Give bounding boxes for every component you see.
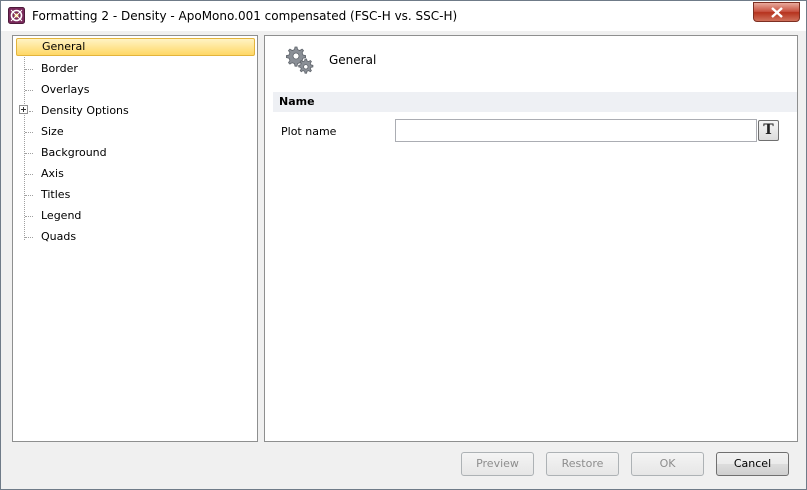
text-format-icon[interactable]: T [758, 120, 779, 141]
settings-panel: General Name Plot name T [264, 35, 798, 442]
tree-guide-line [25, 216, 33, 217]
tree-guide-line [25, 132, 33, 133]
tree-guide-line [25, 174, 33, 175]
tree-item-axis[interactable]: Axis [41, 165, 64, 183]
category-tree[interactable]: General Border Overlays Density Options … [12, 35, 258, 442]
tree-guide-line [25, 153, 33, 154]
cancel-button[interactable]: Cancel [716, 452, 789, 476]
restore-button[interactable]: Restore [546, 452, 619, 476]
tree-guide-line [29, 111, 33, 112]
tree-guide-line [25, 237, 33, 238]
section-title: General [329, 53, 377, 67]
plot-name-label: Plot name [281, 125, 337, 138]
close-icon [771, 7, 783, 18]
tree-item-general[interactable]: General [16, 38, 255, 56]
close-button[interactable] [753, 2, 800, 22]
preview-button[interactable]: Preview [461, 452, 534, 476]
fcs-express-icon [8, 7, 25, 24]
tree-item-titles[interactable]: Titles [41, 186, 70, 204]
tree-item-overlays[interactable]: Overlays [41, 81, 90, 99]
tree-item-density-options[interactable]: Density Options [41, 102, 129, 120]
tree-item-background[interactable]: Background [41, 144, 107, 162]
tree-guide-line [25, 69, 33, 70]
expand-plus-icon[interactable] [19, 105, 28, 114]
plot-name-input[interactable] [395, 119, 757, 142]
formatting-dialog: Formatting 2 - Density - ApoMono.001 com… [0, 0, 807, 490]
tree-item-size[interactable]: Size [41, 123, 64, 141]
tree-guide-line [24, 47, 25, 240]
tree-item-legend[interactable]: Legend [41, 207, 81, 225]
gears-icon [286, 46, 314, 74]
group-header-name: Name [273, 92, 797, 112]
window-title: Formatting 2 - Density - ApoMono.001 com… [32, 9, 458, 23]
tree-guide-line [25, 90, 33, 91]
tree-item-quads[interactable]: Quads [41, 228, 76, 246]
tree-guide-line [25, 195, 33, 196]
ok-button[interactable]: OK [631, 452, 704, 476]
tree-item-border[interactable]: Border [41, 60, 78, 78]
title-bar[interactable]: Formatting 2 - Density - ApoMono.001 com… [1, 1, 806, 31]
